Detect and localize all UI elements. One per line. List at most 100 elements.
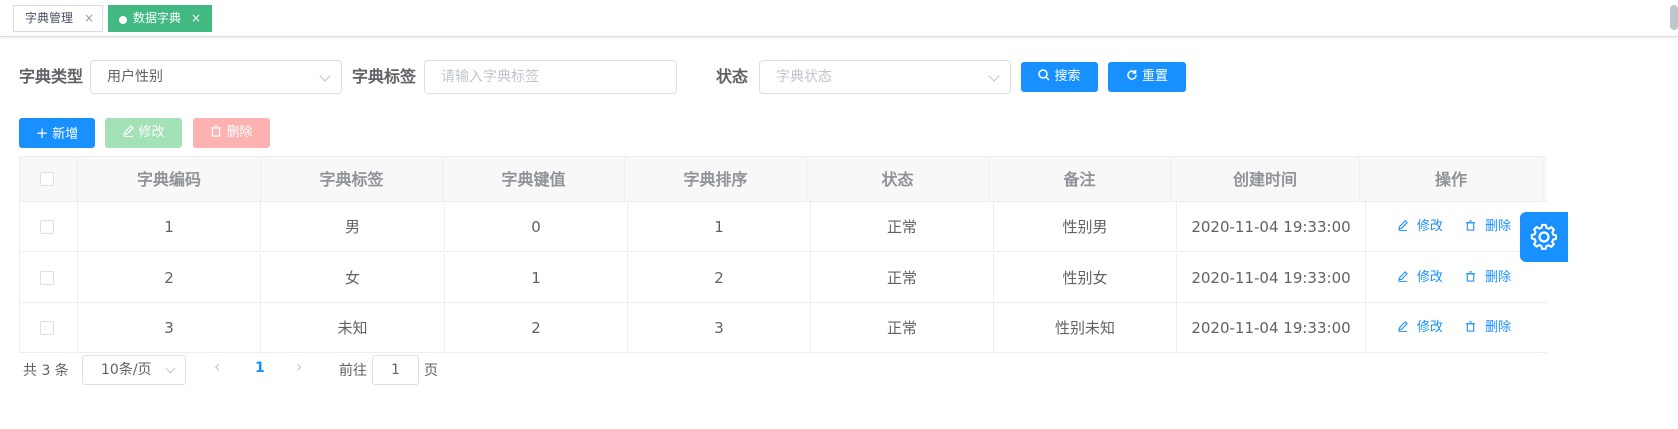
header-dict-code[interactable]: 字典编码 <box>78 157 261 201</box>
scrollbar-thumb[interactable] <box>1670 5 1678 30</box>
header-status[interactable]: 状态 <box>807 157 989 201</box>
row-delete-label: 删除 <box>1485 320 1512 335</box>
trash-icon <box>1465 271 1476 282</box>
cell-dict-code: 1 <box>78 202 261 251</box>
tab-data-dict[interactable]: 数据字典 × <box>108 5 212 32</box>
header-dict-sort[interactable]: 字典排序 <box>625 157 807 201</box>
row-checkbox[interactable] <box>40 271 54 285</box>
cell-dict-value: 0 <box>445 202 628 251</box>
cell-created-time: 2020-11-04 19:33:00 <box>1177 253 1366 302</box>
delete-button[interactable]: 删除 <box>193 118 270 148</box>
status-select[interactable]: 字典状态 <box>759 60 1011 94</box>
cell-dict-sort: 2 <box>628 253 811 302</box>
reset-button[interactable]: 重置 <box>1108 62 1186 92</box>
close-icon[interactable]: × <box>84 6 94 31</box>
select-all-checkbox[interactable] <box>40 172 54 186</box>
cell-status: 正常 <box>811 202 994 251</box>
goto-page-input[interactable]: 1 <box>372 355 419 385</box>
prev-page-button[interactable]: ‹ <box>214 357 220 376</box>
cell-actions: 修改 删除 <box>1366 303 1548 353</box>
active-dot-icon <box>119 16 127 24</box>
row-edit-link[interactable]: 修改 <box>1397 270 1449 285</box>
table-row[interactable]: 3 未知 2 3 正常 性别未知 2020-11-04 19:33:00 修改 … <box>20 303 1547 353</box>
chevron-down-icon <box>988 70 1000 82</box>
edit-icon <box>122 118 135 148</box>
cell-dict-value: 2 <box>445 303 628 353</box>
cell-dict-sort: 1 <box>628 202 811 251</box>
cell-dict-value: 1 <box>445 253 628 302</box>
select-all-cell <box>20 157 78 201</box>
row-delete-link[interactable]: 删除 <box>1465 219 1517 234</box>
dict-data-table: 字典编码 字典标签 字典键值 字典排序 状态 备注 创建时间 操作 1 男 0 … <box>19 156 1547 353</box>
goto-prefix: 前往 <box>339 363 367 379</box>
row-delete-label: 删除 <box>1485 219 1512 234</box>
cell-status: 正常 <box>811 253 994 302</box>
cell-dict-sort: 3 <box>628 303 811 353</box>
trash-icon <box>1465 220 1476 231</box>
table-row[interactable]: 2 女 1 2 正常 性别女 2020-11-04 19:33:00 修改 删除 <box>20 253 1547 303</box>
row-checkbox[interactable] <box>40 220 54 234</box>
row-edit-label: 修改 <box>1416 219 1443 234</box>
search-icon <box>1038 62 1051 92</box>
reset-button-label: 重置 <box>1141 69 1168 84</box>
status-label: 状态 <box>716 67 749 86</box>
dict-type-select[interactable]: 用户性别 <box>90 60 342 94</box>
table-header: 字典编码 字典标签 字典键值 字典排序 状态 备注 创建时间 操作 <box>20 157 1547 202</box>
row-delete-link[interactable]: 删除 <box>1465 320 1517 335</box>
row-checkbox[interactable] <box>40 321 54 335</box>
pagination-total: 共 3 条 <box>23 363 69 379</box>
row-delete-label: 删除 <box>1485 270 1512 285</box>
cell-remark: 性别女 <box>994 253 1177 302</box>
row-select-cell <box>20 303 78 353</box>
header-created-time[interactable]: 创建时间 <box>1171 157 1360 201</box>
search-button[interactable]: 搜索 <box>1021 62 1098 92</box>
edit-icon <box>1397 220 1408 231</box>
table-row[interactable]: 1 男 0 1 正常 性别男 2020-11-04 19:33:00 修改 删除 <box>20 202 1547 252</box>
header-remark[interactable]: 备注 <box>989 157 1171 201</box>
cell-created-time: 2020-11-04 19:33:00 <box>1177 303 1366 353</box>
edit-button-label: 修改 <box>138 125 165 140</box>
page-size-select[interactable]: 10条/页 <box>82 355 186 385</box>
gear-icon <box>1530 223 1558 250</box>
settings-drawer-toggle[interactable] <box>1520 212 1568 262</box>
row-actions: 修改 删除 <box>1366 303 1548 353</box>
cell-dict-code: 2 <box>78 253 261 302</box>
add-button-label: 新增 <box>52 127 79 142</box>
edit-button[interactable]: 修改 <box>105 118 182 148</box>
cell-status: 正常 <box>811 303 994 353</box>
trash-icon <box>210 118 222 148</box>
tab-label: 数据字典 <box>133 11 182 25</box>
row-select-cell <box>20 202 78 251</box>
row-edit-link[interactable]: 修改 <box>1397 219 1449 234</box>
cell-remark: 性别未知 <box>994 303 1177 353</box>
row-delete-link[interactable]: 删除 <box>1465 270 1517 285</box>
header-actions: 操作 <box>1360 157 1543 201</box>
dict-label-input[interactable]: 请输入字典标签 <box>424 60 677 94</box>
chevron-down-icon <box>319 70 331 82</box>
close-icon[interactable]: × <box>191 6 201 31</box>
plus-icon: + <box>35 124 49 142</box>
next-page-button[interactable]: › <box>296 357 302 376</box>
delete-button-label: 删除 <box>226 125 253 140</box>
row-select-cell <box>20 253 78 302</box>
edit-icon <box>1397 271 1408 282</box>
cell-dict-label: 男 <box>261 202 445 251</box>
header-dict-label[interactable]: 字典标签 <box>261 157 443 201</box>
refresh-icon <box>1126 62 1138 92</box>
dict-type-value: 用户性别 <box>107 69 163 85</box>
row-edit-link[interactable]: 修改 <box>1397 320 1449 335</box>
row-edit-label: 修改 <box>1416 270 1443 285</box>
add-button[interactable]: + 新增 <box>19 118 95 148</box>
cell-remark: 性别男 <box>994 202 1177 251</box>
row-edit-label: 修改 <box>1416 320 1443 335</box>
trash-icon <box>1465 321 1476 332</box>
dict-type-label: 字典类型 <box>19 67 84 86</box>
cell-dict-label: 女 <box>261 253 445 302</box>
status-placeholder: 字典状态 <box>776 69 832 85</box>
header-dict-value[interactable]: 字典键值 <box>443 157 625 201</box>
edit-icon <box>1397 321 1408 332</box>
dict-label-placeholder: 请输入字典标签 <box>441 69 539 85</box>
page-number-current[interactable]: 1 <box>255 360 265 376</box>
goto-suffix: 页 <box>424 363 438 379</box>
tab-dict-management[interactable]: 字典管理 × <box>13 5 103 32</box>
